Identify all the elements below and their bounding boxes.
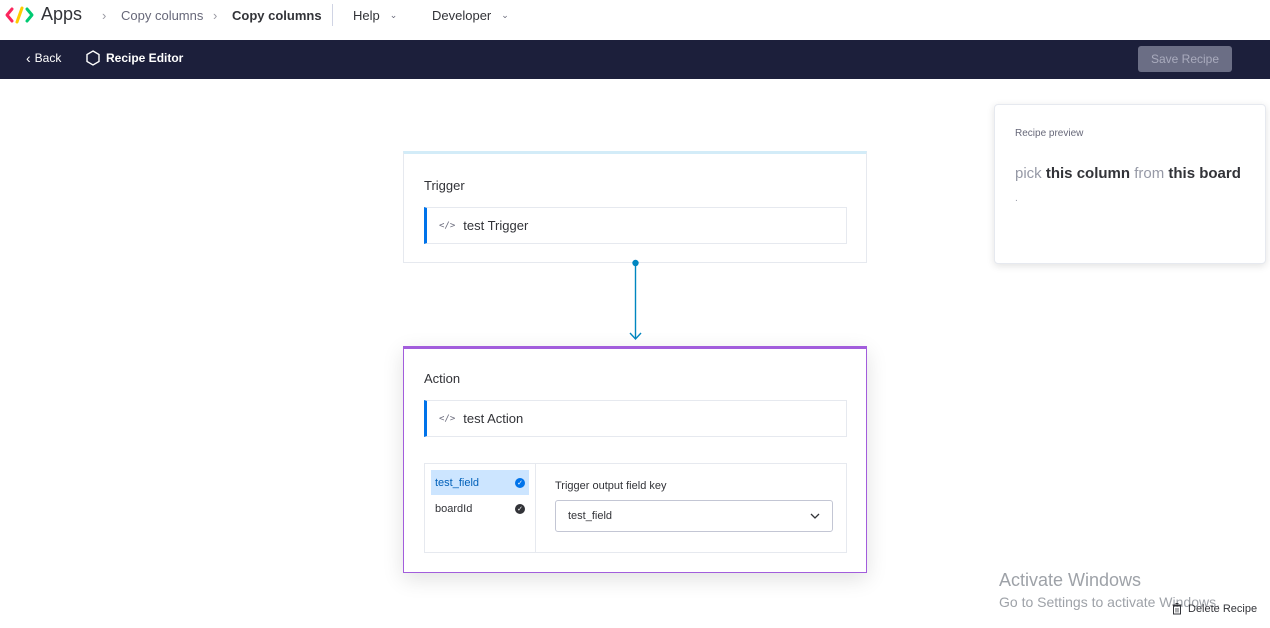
chevron-down-icon: ⌄ <box>501 10 509 20</box>
top-bar: Apps › Copy columns › Copy columns Help ⌄… <box>0 0 1270 40</box>
output-key-select[interactable]: test_field <box>555 500 833 532</box>
field-detail: Trigger output field key test_field <box>555 480 833 532</box>
preview-sentence: pick this column from this board <box>1015 165 1241 182</box>
connector-arrow <box>629 259 642 341</box>
trigger-name: test Trigger <box>463 218 529 233</box>
app-name: Apps <box>41 4 83 24</box>
watermark-title: Activate Windows <box>999 570 1142 590</box>
recipe-preview: Recipe preview pick this column from thi… <box>994 104 1266 264</box>
chevron-right-icon: › <box>102 8 107 23</box>
help-menu[interactable]: Help ⌄ <box>353 8 397 23</box>
back-label: Back <box>34 51 62 65</box>
field-item-label: boardId <box>435 502 473 515</box>
chevron-down-icon <box>810 513 820 519</box>
delete-recipe-button[interactable]: Delete Recipe <box>1172 603 1257 615</box>
trash-icon <box>1172 603 1182 615</box>
page-title-text: Recipe Editor <box>106 51 184 65</box>
page-title: Recipe Editor <box>86 50 183 66</box>
check-circle-icon: ✓ <box>515 477 525 488</box>
detail-label: Trigger output field key <box>555 480 667 492</box>
field-item-test-field[interactable]: test_field ✓ <box>431 470 529 495</box>
preview-label: Recipe preview <box>1015 128 1084 139</box>
preview-placeholder-column[interactable]: this column <box>1046 165 1130 182</box>
trigger-card: Trigger </> test Trigger <box>403 151 867 263</box>
chevron-left-icon: ‹ <box>26 50 31 66</box>
code-icon: </> <box>439 413 456 424</box>
action-card: Action </> test Action test_field ✓ boar… <box>403 346 867 573</box>
preview-word: pick <box>1015 165 1042 182</box>
field-mapping: test_field ✓ boardId ✓ Trigger output fi… <box>424 463 847 553</box>
preview-trailing: . <box>1015 193 1018 204</box>
field-list: test_field ✓ boardId ✓ <box>425 464 536 552</box>
apps-logo[interactable]: Apps <box>5 4 82 25</box>
chevron-down-icon: ⌄ <box>389 10 398 20</box>
code-logo-icon <box>5 6 34 23</box>
divider <box>332 4 333 26</box>
delete-recipe-label: Delete Recipe <box>1188 603 1258 615</box>
developer-menu-label: Developer <box>432 8 492 23</box>
chevron-right-icon: › <box>213 8 218 23</box>
breadcrumb-current: Copy columns <box>232 8 322 23</box>
field-item-boardid[interactable]: boardId ✓ <box>431 496 529 521</box>
preview-word: from <box>1134 165 1165 182</box>
preview-placeholder-board[interactable]: this board <box>1168 165 1241 182</box>
action-name: test Action <box>463 411 524 426</box>
save-recipe-button[interactable]: Save Recipe <box>1138 46 1232 72</box>
hexagon-icon <box>86 50 100 66</box>
trigger-field[interactable]: </> test Trigger <box>424 207 847 244</box>
check-circle-icon: ✓ <box>515 503 525 514</box>
back-button[interactable]: ‹ Back <box>26 51 61 65</box>
developer-menu[interactable]: Developer ⌄ <box>432 8 509 23</box>
code-icon: </> <box>439 220 456 231</box>
action-heading: Action <box>424 371 461 386</box>
action-field[interactable]: </> test Action <box>424 400 847 437</box>
editor-nav-bar: ‹ Back Recipe Editor Save Recipe <box>0 40 1270 79</box>
field-item-label: test_field <box>435 476 480 489</box>
breadcrumb-item[interactable]: Copy columns <box>121 8 203 23</box>
help-menu-label: Help <box>353 8 380 23</box>
trigger-heading: Trigger <box>424 178 465 193</box>
select-value: test_field <box>568 510 613 522</box>
